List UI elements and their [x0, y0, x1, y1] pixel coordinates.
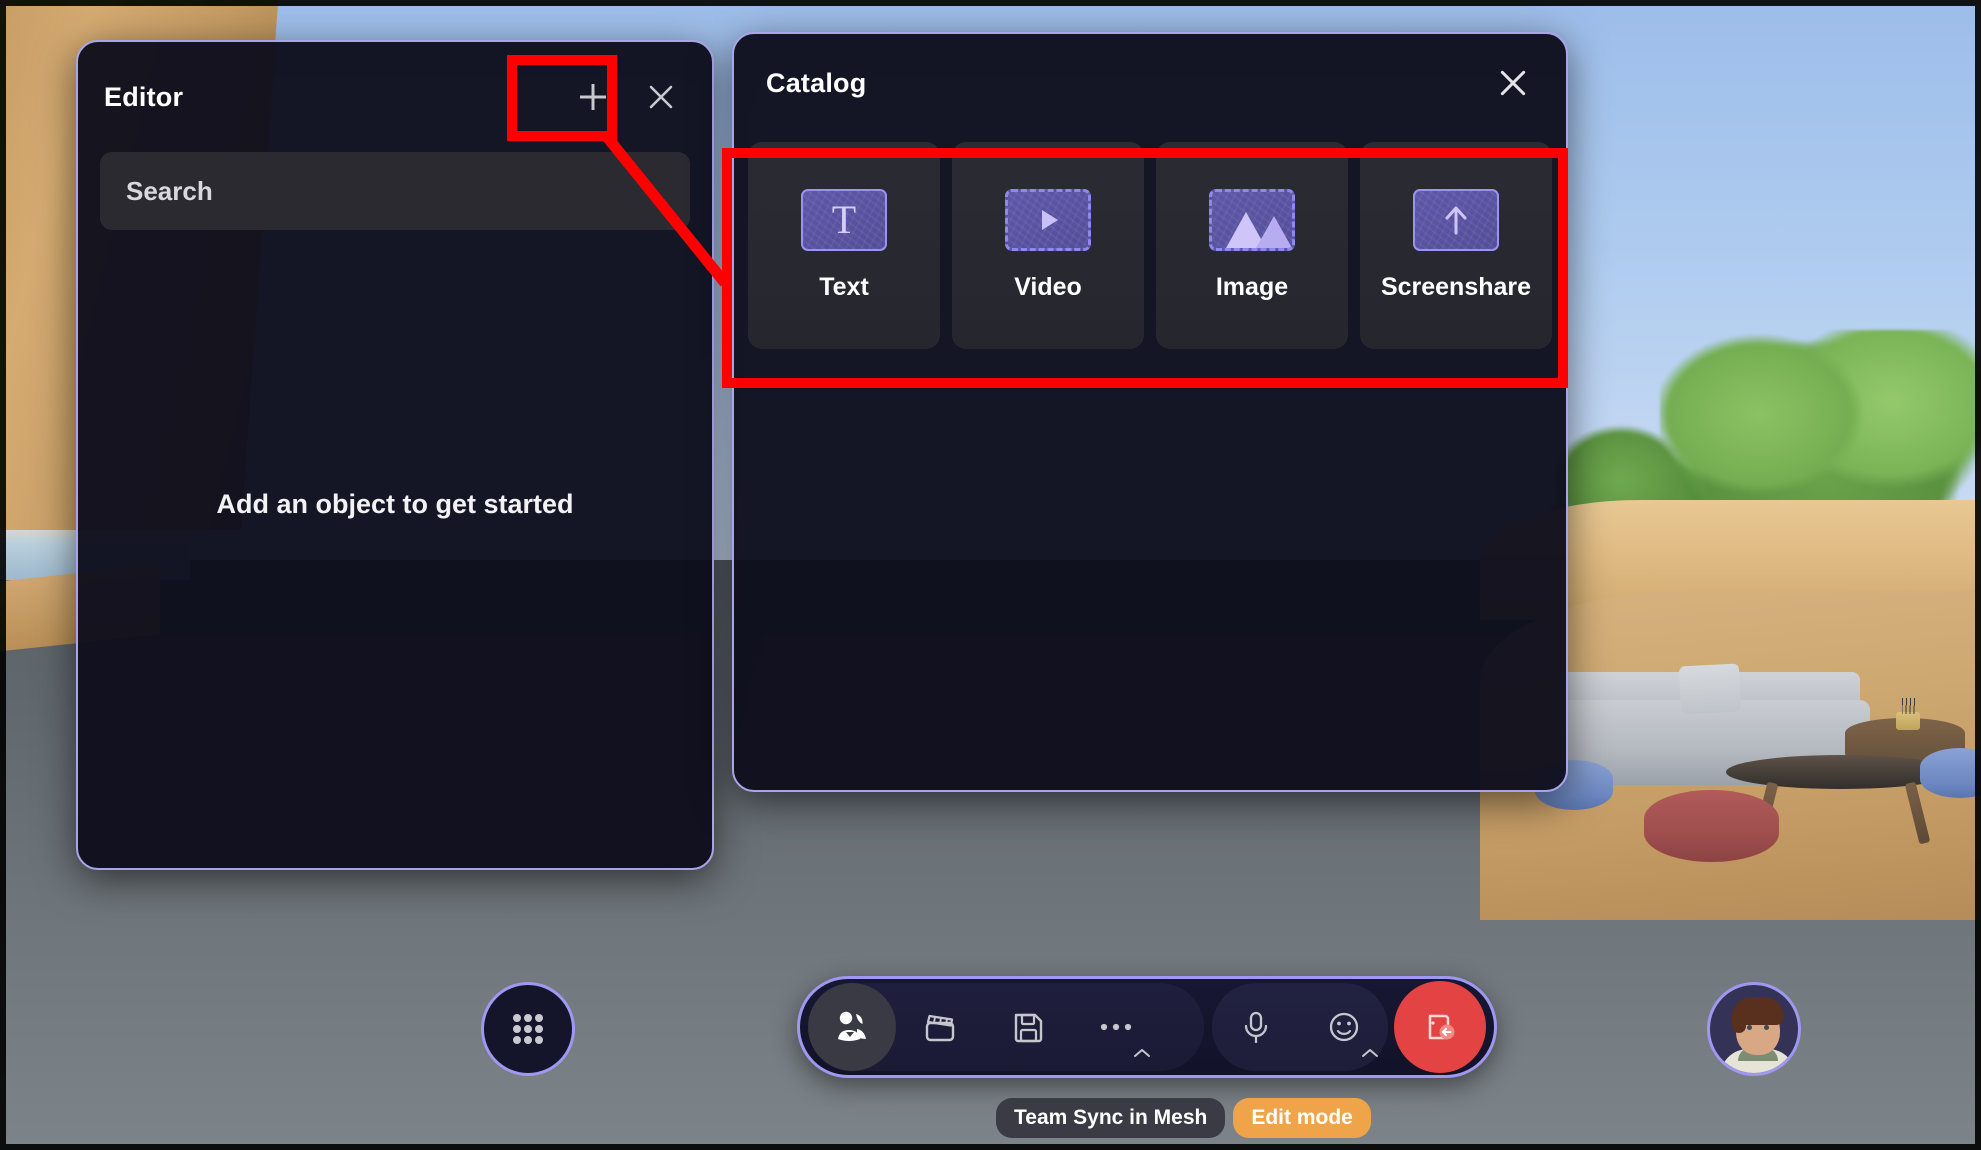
upload-arrow-icon [1445, 206, 1467, 235]
search-placeholder: Search [126, 175, 213, 206]
session-name-badge: Team Sync in Mesh [996, 1098, 1226, 1138]
catalog-item-label: Screenshare [1380, 273, 1532, 301]
people-icon [838, 1011, 866, 1041]
catalog-item-video[interactable]: Video [952, 142, 1144, 349]
avatar-hair-side [1732, 1007, 1746, 1033]
avatar-eye [1747, 1025, 1752, 1030]
grid-dots-icon [512, 1013, 521, 1022]
people-button[interactable] [808, 983, 896, 1071]
close-editor-button[interactable] [630, 66, 692, 128]
sofa-pillow [1678, 663, 1742, 715]
status-bar: Team Sync in Mesh Edit mode [996, 1098, 1371, 1138]
search-input[interactable]: Search [100, 152, 690, 230]
toolbar-group-right [1212, 983, 1388, 1071]
grid-dots-icon [523, 1036, 532, 1045]
grid-dots-icon [523, 1013, 532, 1022]
grid-dots-icon [535, 1013, 544, 1022]
chevron-up-icon [1134, 1049, 1150, 1057]
edit-mode-badge: Edit mode [1233, 1098, 1371, 1138]
smiley-icon [1329, 1012, 1359, 1042]
screenshare-tile-icon [1413, 189, 1499, 251]
clapperboard-icon [925, 1014, 955, 1042]
reactions-button[interactable] [1300, 983, 1388, 1071]
ottoman-blue-right [1920, 748, 1981, 798]
catalog-panel-title: Catalog [766, 67, 867, 98]
close-icon [1500, 70, 1526, 96]
mic-button[interactable] [1212, 983, 1300, 1071]
image-tile-icon [1209, 189, 1295, 251]
editor-panel-title: Editor [104, 81, 184, 112]
catalog-item-label: Image [1215, 273, 1289, 301]
user-avatar[interactable] [1707, 982, 1801, 1076]
app-root: Editor Search Add an object to get start… [0, 0, 1981, 1150]
editor-panel-header: Editor [78, 42, 712, 152]
floppy-disk-icon [1014, 1013, 1043, 1043]
catalog-item-grid: T Text Video Image Screenshare [734, 132, 1566, 349]
pen-cup [1896, 712, 1920, 730]
catalog-item-label: Text [819, 273, 869, 301]
ellipsis-icon [1100, 1023, 1132, 1031]
leave-button[interactable] [1394, 981, 1486, 1073]
editor-empty-state: Add an object to get started [78, 230, 712, 868]
video-tile-icon [1005, 189, 1091, 251]
close-catalog-button[interactable] [1482, 52, 1544, 114]
video-button[interactable] [896, 983, 984, 1071]
meeting-toolbar [797, 976, 1497, 1078]
microphone-icon [1244, 1011, 1268, 1044]
play-triangle-icon [1042, 210, 1058, 230]
grid-dots-icon [535, 1024, 544, 1033]
more-button[interactable] [1072, 983, 1160, 1071]
catalog-item-text[interactable]: T Text [748, 142, 940, 349]
catalog-item-screenshare[interactable]: Screenshare [1360, 142, 1552, 349]
catalog-panel: Catalog T Text Video Image Screenshare [732, 32, 1568, 792]
plus-icon [580, 84, 606, 110]
text-tile-icon: T [801, 189, 887, 251]
toolbar-group-left [808, 983, 1204, 1071]
grid-dots-icon [523, 1024, 532, 1033]
save-button[interactable] [984, 983, 1072, 1071]
close-icon [649, 85, 673, 109]
catalog-panel-header: Catalog [734, 34, 1566, 132]
mountains-icon [1226, 212, 1292, 248]
editor-header-actions [562, 42, 692, 152]
chevron-up-icon [1362, 1049, 1378, 1057]
pens [1902, 698, 1916, 714]
grid-dots-icon [512, 1024, 521, 1033]
grid-dots-icon [512, 1036, 521, 1045]
add-object-button[interactable] [562, 66, 624, 128]
ottoman-red [1644, 790, 1779, 862]
avatar-eye [1764, 1025, 1769, 1030]
catalog-item-image[interactable]: Image [1156, 142, 1348, 349]
apps-grid-button[interactable] [481, 982, 575, 1076]
leave-door-icon [1428, 1014, 1455, 1040]
editor-empty-state-text: Add an object to get started [216, 488, 574, 519]
text-glyph: T [831, 197, 857, 242]
grid-dots-icon [535, 1036, 544, 1045]
catalog-item-label: Video [1014, 273, 1082, 301]
editor-panel: Editor Search Add an object to get start… [76, 40, 714, 870]
